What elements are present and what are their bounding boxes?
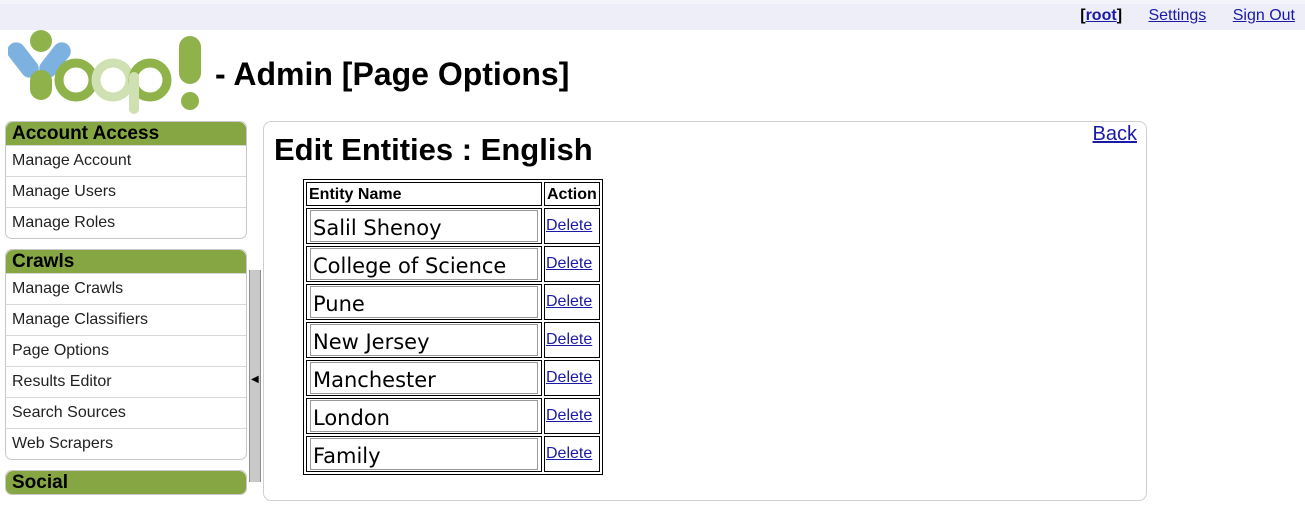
- section-heading: Edit Entities : English: [274, 132, 593, 167]
- delete-link[interactable]: Delete: [546, 293, 598, 311]
- current-user: [root]: [1080, 7, 1122, 24]
- table-row: College of Science Delete: [306, 246, 600, 282]
- table-header-row: Entity Name Action: [306, 182, 600, 206]
- action-cell: Delete: [544, 360, 600, 396]
- sidebar-section-crawls: Crawls Manage Crawls Manage Classifiers …: [5, 249, 247, 460]
- entity-name-cell: Family: [306, 436, 542, 472]
- entity-name-cell: Manchester: [306, 360, 542, 396]
- action-cell: Delete: [544, 246, 600, 282]
- section-title: Crawls: [6, 250, 246, 273]
- page-title: - Admin [Page Options]: [215, 56, 570, 92]
- table-row: New Jersey Delete: [306, 322, 600, 358]
- delete-link[interactable]: Delete: [546, 217, 598, 235]
- delete-link[interactable]: Delete: [546, 407, 598, 425]
- section-title: Social: [6, 471, 246, 494]
- sidebar-splitter[interactable]: ◀: [249, 270, 261, 482]
- delete-link[interactable]: Delete: [546, 255, 598, 273]
- section-title: Account Access: [6, 122, 246, 145]
- yoop-logo[interactable]: [8, 28, 212, 116]
- entity-name-field[interactable]: Family: [310, 438, 538, 470]
- sidebar-item-manage-crawls[interactable]: Manage Crawls: [6, 273, 246, 304]
- sidebar-item-search-sources[interactable]: Search Sources: [6, 397, 246, 428]
- entity-name-cell: New Jersey: [306, 322, 542, 358]
- entity-name-field[interactable]: New Jersey: [310, 324, 538, 356]
- user-bracket-close: ]: [1116, 7, 1123, 24]
- action-cell: Delete: [544, 436, 600, 472]
- collapse-left-arrow-icon[interactable]: ◀: [251, 374, 259, 385]
- table-row: Manchester Delete: [306, 360, 600, 396]
- settings-link[interactable]: Settings: [1148, 7, 1206, 24]
- column-header-entity-name: Entity Name: [306, 182, 542, 206]
- delete-link[interactable]: Delete: [546, 331, 598, 349]
- entity-name-field[interactable]: Salil Shenoy: [310, 210, 538, 242]
- sidebar: Account Access Manage Account Manage Use…: [5, 121, 247, 505]
- action-cell: Delete: [544, 284, 600, 320]
- top-bar: [root] Settings Sign Out: [0, 0, 1305, 30]
- sidebar-item-manage-classifiers[interactable]: Manage Classifiers: [6, 304, 246, 335]
- back-link[interactable]: Back: [1093, 123, 1137, 146]
- sidebar-section-account-access: Account Access Manage Account Manage Use…: [5, 121, 247, 239]
- sidebar-item-manage-roles[interactable]: Manage Roles: [6, 207, 246, 238]
- entities-table: Entity Name Action Salil Shenoy Delete C…: [303, 179, 603, 475]
- column-header-action: Action: [544, 182, 600, 206]
- user-link[interactable]: root: [1086, 7, 1117, 24]
- entity-name-field[interactable]: College of Science: [310, 248, 538, 280]
- entity-name-cell: London: [306, 398, 542, 434]
- entity-name-cell: Pune: [306, 284, 542, 320]
- table-row: Salil Shenoy Delete: [306, 208, 600, 244]
- action-cell: Delete: [544, 398, 600, 434]
- action-cell: Delete: [544, 322, 600, 358]
- sidebar-item-page-options[interactable]: Page Options: [6, 335, 246, 366]
- sidebar-item-manage-account[interactable]: Manage Account: [6, 145, 246, 176]
- action-cell: Delete: [544, 208, 600, 244]
- sidebar-section-social: Social: [5, 470, 247, 495]
- entity-name-field[interactable]: London: [310, 400, 538, 432]
- entity-name-field[interactable]: Pune: [310, 286, 538, 318]
- sidebar-item-web-scrapers[interactable]: Web Scrapers: [6, 428, 246, 459]
- sign-out-link[interactable]: Sign Out: [1233, 7, 1295, 24]
- entity-name-field[interactable]: Manchester: [310, 362, 538, 394]
- top-links: [root] Settings Sign Out: [1080, 7, 1295, 25]
- sidebar-item-results-editor[interactable]: Results Editor: [6, 366, 246, 397]
- delete-link[interactable]: Delete: [546, 369, 598, 387]
- main-panel: Edit Entities : English Back Entity Name…: [263, 121, 1147, 501]
- delete-link[interactable]: Delete: [546, 445, 598, 463]
- table-row: London Delete: [306, 398, 600, 434]
- sidebar-item-manage-users[interactable]: Manage Users: [6, 176, 246, 207]
- entity-name-cell: Salil Shenoy: [306, 208, 542, 244]
- table-row: Family Delete: [306, 436, 600, 472]
- table-row: Pune Delete: [306, 284, 600, 320]
- entity-name-cell: College of Science: [306, 246, 542, 282]
